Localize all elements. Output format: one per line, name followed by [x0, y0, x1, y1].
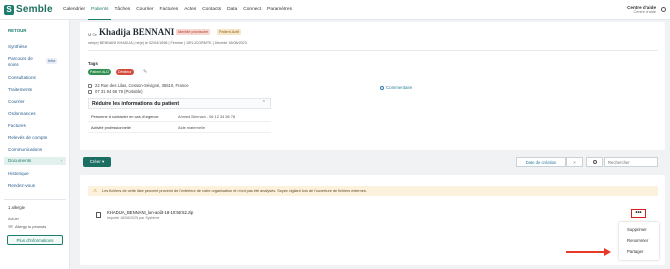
- address-text: 22 Rue des Lilas, Cesson-Sévigné, 35510,…: [95, 83, 189, 88]
- menu-item-supprimer[interactable]: Supprimer: [627, 227, 647, 232]
- file-actions-dropdown: Supprimer Renommer Partager: [619, 222, 659, 260]
- comment-link[interactable]: Commentaire: [380, 85, 412, 90]
- phone-icon: [88, 89, 92, 94]
- sidebar-item-communications[interactable]: Communications: [8, 147, 66, 152]
- phone-text: 07 31 94 66 78 (Portable): [95, 89, 143, 94]
- patient-phone: 07 31 94 66 78 (Portable): [88, 89, 143, 94]
- provisional-identity-badge: Identité provisoire: [176, 29, 210, 35]
- sidebar-item-courrier[interactable]: Courrier: [8, 99, 66, 104]
- allergy-item[interactable]: Allergy to peanuts: [8, 224, 46, 229]
- clinic-subtitle: Centre d'aide: [633, 10, 656, 14]
- menu-item-partager[interactable]: Partager: [627, 249, 643, 254]
- table-row: Activité professionnelle Aide maternelle: [88, 122, 271, 133]
- search-icon: [592, 160, 597, 164]
- annotation-arrow-line: [566, 251, 606, 253]
- sort-by-date-button[interactable]: Date de création: [516, 157, 566, 167]
- patient-name: Khadija BENNANI: [99, 27, 175, 37]
- menu-item-renommer[interactable]: Renommer: [627, 238, 648, 243]
- nav-actes[interactable]: Actes: [181, 0, 199, 20]
- clinic-selector[interactable]: Centre d'aide Centre d'aide: [627, 5, 656, 15]
- more-info-button[interactable]: Plus d'informations: [7, 235, 63, 245]
- sidebar-item-synthese[interactable]: Synthèse: [8, 44, 66, 49]
- sidebar-item-documents-label: Documents: [8, 158, 32, 163]
- nav-data[interactable]: Data: [224, 0, 240, 20]
- tags-title: Tags: [88, 61, 98, 66]
- sidebar-item-rendez-vous[interactable]: Rendez-vous: [8, 183, 66, 188]
- patient-sex: M Or: [88, 32, 97, 37]
- file-icon: [96, 212, 101, 218]
- sidebar-item-documents[interactable]: Documents ›: [4, 157, 66, 165]
- sidebar-item-parcours-line2[interactable]: soins: [8, 62, 66, 67]
- search-button[interactable]: [586, 157, 603, 167]
- allergy-label: Allergy to peanuts: [15, 224, 47, 229]
- file-import-info: Importé 18/08/2025 par Système: [107, 216, 160, 220]
- file-actions-menu-button[interactable]: •••: [631, 209, 646, 218]
- sidebar-divider: [4, 199, 66, 200]
- patient-sidebar: RETOUR Synthèse Parcours de soins béta C…: [0, 20, 70, 269]
- chevron-right-icon: ›: [60, 158, 62, 163]
- sidebar-item-consultations[interactable]: Consultations: [8, 75, 66, 80]
- user-icon[interactable]: [661, 7, 666, 12]
- table-row: Personne à contacter en cas d'urgence Ah…: [88, 111, 271, 122]
- warning-text: Les fichiers de cette liste peuvent prov…: [102, 189, 367, 193]
- sidebar-item-parcours[interactable]: Parcours de: [8, 56, 66, 61]
- back-link[interactable]: RETOUR: [8, 28, 26, 33]
- allergy-status-label: Actuel: [8, 217, 19, 221]
- file-name[interactable]: KHADIJA_BENNANI_lun-août-18-10:56:52.zip: [107, 210, 193, 215]
- sidebar-item-ordonnances[interactable]: Ordonnances: [8, 111, 66, 116]
- collapse-title: Réduire les informations du patient: [92, 101, 180, 107]
- nav-taches[interactable]: Tâches: [111, 0, 133, 20]
- sidebar-item-factures[interactable]: Factures: [8, 123, 66, 128]
- logo-text: Semble: [16, 4, 53, 15]
- patient-info-table: Personne à contacter en cas d'urgence Ah…: [88, 111, 271, 133]
- plus-circle-icon: [380, 85, 384, 90]
- info-value: Ahmed Bennani - 06 12 34 56 78: [178, 113, 236, 119]
- info-key: Personne à contacter en cas d'urgence: [91, 113, 159, 119]
- allergy-count: 1 allergie: [8, 205, 25, 210]
- nav-parametres[interactable]: Paramètres: [264, 0, 295, 20]
- chevron-up-icon: ⌃: [261, 100, 266, 106]
- search-input[interactable]: [604, 157, 658, 167]
- sidebar-item-traitements[interactable]: Traitements: [8, 87, 66, 92]
- annotation-arrow-head-icon: [604, 248, 611, 256]
- nav-calendrier[interactable]: Calendrier: [60, 0, 88, 20]
- nav-connect[interactable]: Connect: [240, 0, 264, 20]
- patient-card: M Or Khadija BENNANI Identité provisoire…: [80, 22, 665, 150]
- clear-sort-button[interactable]: ×: [566, 157, 583, 167]
- nav-factures[interactable]: Factures: [157, 0, 182, 20]
- info-value: Aide maternelle: [178, 124, 206, 130]
- top-navigation: S Semble Calendrier Patients Tâches Cour…: [0, 0, 670, 20]
- collapse-patient-info[interactable]: Réduire les informations du patient ⌃: [88, 98, 271, 109]
- active-patient-badge: Patient Actif: [217, 29, 242, 35]
- sidebar-item-historique[interactable]: Historique: [8, 171, 66, 176]
- home-icon: [88, 83, 92, 88]
- nav-patients[interactable]: Patients: [88, 0, 112, 20]
- patient-address: 22 Rue des Lilas, Cesson-Sévigné, 35510,…: [88, 83, 189, 88]
- beta-badge: béta: [46, 58, 58, 64]
- allergy-indicator-icon: [8, 225, 13, 228]
- create-button[interactable]: Créer ▾: [83, 157, 111, 167]
- comment-label: Commentaire: [386, 85, 413, 90]
- divider: [88, 50, 658, 51]
- nav-contacts[interactable]: Contacts: [199, 0, 224, 20]
- app-logo[interactable]: S Semble: [4, 4, 60, 15]
- logo-mark: S: [4, 4, 14, 15]
- tag-debiteur: Débiteur: [116, 69, 134, 75]
- nav-courrier[interactable]: Courrier: [133, 0, 156, 20]
- external-files-warning: ⚠ Les fichiers de cette liste peuvent pr…: [88, 186, 658, 196]
- edit-tags-pencil-icon[interactable]: ✎: [143, 69, 147, 75]
- info-key: Activité professionnelle: [91, 124, 131, 130]
- warning-icon: ⚠: [93, 188, 98, 193]
- patient-meta: née(e) BENNANI KHADIJA | né(e) le 02/04/…: [88, 41, 247, 45]
- tag-patient-ald: Patient ALD: [88, 69, 111, 75]
- main-menu: Calendrier Patients Tâches Courrier Fact…: [60, 0, 295, 20]
- sidebar-item-releves[interactable]: Relevés de compte: [8, 135, 66, 140]
